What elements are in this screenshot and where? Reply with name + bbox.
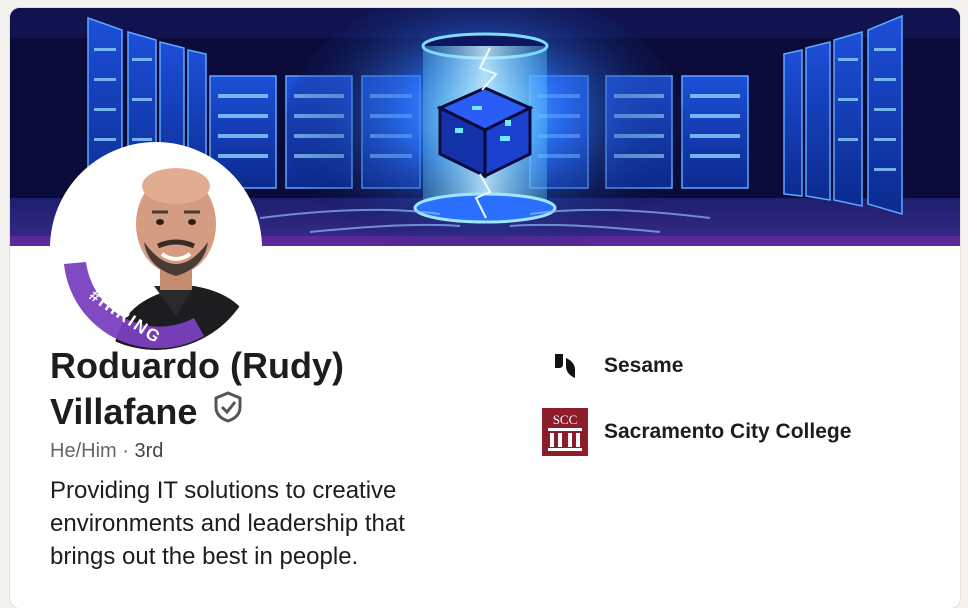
verified-shield-icon[interactable] [213, 388, 243, 434]
profile-name-line2: Villafane [50, 391, 198, 432]
profile-photo-image: #HIRING [54, 146, 258, 350]
experience-item-sesame[interactable]: Sesame [540, 341, 683, 391]
avatar: #HIRING [54, 146, 258, 350]
profile-photo[interactable]: #HIRING [50, 142, 262, 354]
experience-item-scc[interactable]: SCC Sacramento City College [540, 407, 851, 457]
profile-card: #HIRING Roduardo (Rudy) Villafane He/Him… [10, 8, 960, 608]
pronouns: He/Him [50, 440, 117, 462]
experience-label-sesame: Sesame [604, 354, 684, 377]
sesame-logo-icon [540, 341, 590, 391]
profile-name: Roduardo (Rudy) Villafane [50, 343, 490, 435]
meta-separator: · [122, 440, 129, 462]
connection-degree: 3rd [134, 440, 164, 462]
scc-logo-text: SCC [553, 412, 578, 427]
experience-label-scc: Sacramento City College [604, 420, 852, 443]
profile-name-line1: Roduardo (Rudy) [50, 345, 344, 386]
profile-headline: Providing IT solutions to creative envir… [50, 477, 405, 570]
scc-logo-icon: SCC [540, 407, 590, 457]
profile-meta: He/Him · 3rd [50, 440, 163, 463]
